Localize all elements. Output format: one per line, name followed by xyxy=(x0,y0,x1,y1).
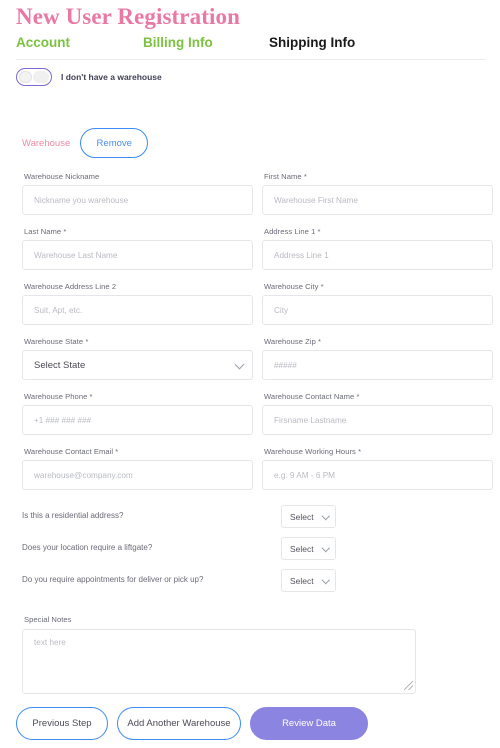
field-city: Warehouse City * xyxy=(262,282,493,325)
add-another-warehouse-button[interactable]: Add Another Warehouse xyxy=(117,707,241,740)
select-liftgate[interactable]: Select xyxy=(281,537,336,560)
select-state[interactable]: Select State xyxy=(22,350,253,380)
chevron-down-icon xyxy=(321,575,330,584)
question-row-appointments: Do you require appointments for deliver … xyxy=(0,569,500,600)
field-zip: Warehouse Zip * xyxy=(262,337,493,380)
question-label-appointments: Do you require appointments for deliver … xyxy=(22,575,204,584)
form-row: Warehouse Contact Email * Warehouse Work… xyxy=(0,447,500,502)
question-row-liftgate: Does your location require a liftgate? S… xyxy=(0,537,500,568)
tab-billing-info[interactable]: Billing Info xyxy=(143,35,213,50)
question-label-liftgate: Does your location require a liftgate? xyxy=(22,543,153,552)
label-special-notes: Special Notes xyxy=(24,615,72,624)
input-working-hours[interactable] xyxy=(262,460,493,490)
warehouse-header: Warehouse Remove xyxy=(22,128,149,158)
step-tabs: Account Billing Info Shipping Info xyxy=(16,35,486,57)
special-notes-section: Special Notes xyxy=(22,615,416,694)
page-title: New User Registration xyxy=(16,4,240,29)
shipping-questions: Is this a residential address? Select Do… xyxy=(0,505,500,601)
review-data-button[interactable]: Review Data xyxy=(250,707,368,740)
toggle-track xyxy=(33,71,49,83)
input-nickname[interactable] xyxy=(22,185,253,215)
field-nickname: Warehouse Nickname xyxy=(22,172,253,215)
chevron-down-icon xyxy=(321,511,330,520)
select-residential-value: Select xyxy=(290,511,314,522)
label-address-line-2: Warehouse Address Line 2 xyxy=(24,282,117,291)
input-address-line-2[interactable] xyxy=(22,295,253,325)
input-zip[interactable] xyxy=(262,350,493,380)
remove-warehouse-button[interactable]: Remove xyxy=(80,128,149,158)
previous-step-button[interactable]: Previous Step xyxy=(16,707,108,740)
label-contact-name: Warehouse Contact Name * xyxy=(264,392,360,401)
input-last-name[interactable] xyxy=(22,240,253,270)
label-last-name: Last Name * xyxy=(24,227,67,236)
label-first-name: First Name * xyxy=(264,172,307,181)
field-contact-email: Warehouse Contact Email * xyxy=(22,447,253,490)
field-first-name: First Name * xyxy=(262,172,493,215)
label-state: Warehouse State * xyxy=(24,337,89,346)
field-address-line-2: Warehouse Address Line 2 xyxy=(22,282,253,325)
warehouse-form: Warehouse Nickname First Name * Last Nam… xyxy=(0,172,500,502)
field-address-line-1: Address Line 1 * xyxy=(262,227,493,270)
select-appointments[interactable]: Select xyxy=(281,569,336,592)
input-contact-email[interactable] xyxy=(22,460,253,490)
label-zip: Warehouse Zip * xyxy=(264,337,322,346)
input-city[interactable] xyxy=(262,295,493,325)
warehouse-name-label: Warehouse xyxy=(22,137,71,149)
field-last-name: Last Name * xyxy=(22,227,253,270)
input-phone[interactable] xyxy=(22,405,253,435)
form-row: Warehouse Phone * Warehouse Contact Name… xyxy=(0,392,500,447)
form-row: Warehouse Address Line 2 Warehouse City … xyxy=(0,282,500,337)
label-contact-email: Warehouse Contact Email * xyxy=(24,447,119,456)
tab-account[interactable]: Account xyxy=(16,35,70,50)
input-first-name[interactable] xyxy=(262,185,493,215)
question-label-residential: Is this a residential address? xyxy=(22,511,124,520)
input-address-line-1[interactable] xyxy=(262,240,493,270)
select-residential[interactable]: Select xyxy=(281,505,336,528)
select-liftgate-value: Select xyxy=(290,543,314,554)
state-select-wrap: Select State xyxy=(22,350,253,380)
form-row: Last Name * Address Line 1 * xyxy=(0,227,500,282)
field-phone: Warehouse Phone * xyxy=(22,392,253,435)
field-working-hours: Warehouse Working Hours * xyxy=(262,447,493,490)
input-special-notes[interactable] xyxy=(22,629,416,694)
chevron-down-icon xyxy=(321,543,330,552)
label-working-hours: Warehouse Working Hours * xyxy=(264,447,362,456)
field-contact-name: Warehouse Contact Name * xyxy=(262,392,493,435)
form-row: Warehouse State * Select State Warehouse… xyxy=(0,337,500,392)
field-state: Warehouse State * Select State xyxy=(22,337,253,380)
form-row: Warehouse Nickname First Name * xyxy=(0,172,500,227)
select-appointments-value: Select xyxy=(290,575,314,586)
input-contact-name[interactable] xyxy=(262,405,493,435)
no-warehouse-toggle[interactable] xyxy=(16,68,52,86)
toggle-knob xyxy=(19,70,32,84)
no-warehouse-toggle-row: I don't have a warehouse xyxy=(16,66,162,88)
tab-shipping-info[interactable]: Shipping Info xyxy=(269,35,355,50)
form-footer: Previous Step Add Another Warehouse Revi… xyxy=(0,707,500,741)
header-divider xyxy=(16,59,486,60)
question-row-residential: Is this a residential address? Select xyxy=(0,505,500,536)
no-warehouse-toggle-label: I don't have a warehouse xyxy=(61,72,162,82)
label-city: Warehouse City * xyxy=(264,282,324,291)
registration-page: New User Registration Account Billing In… xyxy=(0,0,500,748)
label-address-line-1: Address Line 1 * xyxy=(264,227,321,236)
label-phone: Warehouse Phone * xyxy=(24,392,93,401)
label-nickname: Warehouse Nickname xyxy=(24,172,100,181)
